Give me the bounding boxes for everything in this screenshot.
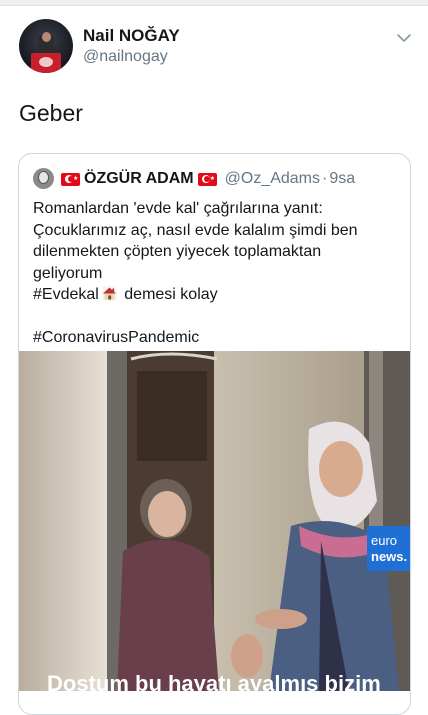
video-thumbnail[interactable]: euro news. Dostum bu hayatı ayalmış bizi…	[19, 351, 410, 691]
turkish-flag-icon: ★	[61, 172, 80, 186]
quoted-tweet[interactable]: ★ ÖZGÜR ADAM ★ @Oz_Adams · 9sa Romanlard…	[18, 153, 411, 715]
hashtag-line-rest: demesi kolay	[124, 286, 218, 303]
tweet-text: Geber	[19, 100, 83, 126]
author-handle[interactable]: @nailnogay	[83, 48, 168, 66]
hashtag-evdekal[interactable]: #Evdekal	[33, 286, 99, 303]
quoted-header: ★ ÖZGÜR ADAM ★ @Oz_Adams · 9sa	[61, 168, 355, 190]
turkish-flag-icon: ★	[197, 172, 217, 186]
euronews-logo-top: euro	[371, 533, 397, 548]
quoted-avatar-face	[38, 171, 49, 184]
video-caption: Dostum bu hayatı ayalmış bizim	[47, 671, 381, 691]
quoted-text-line: geliyorum	[33, 264, 103, 282]
hashtag-line: #Evdekal demesi kolay	[33, 284, 405, 306]
euronews-logo-bottom: news.	[371, 549, 407, 564]
house-icon	[101, 285, 118, 302]
avatar-face	[42, 32, 51, 42]
quoted-text-line: Çocuklarımız aç, nasıl evde kalalım şimd…	[33, 221, 358, 239]
quoted-text-line: dilenmekten çöpten yiyecek toplamaktan	[33, 243, 322, 260]
quoted-text: Romanlardan 'evde kal' çağrılarına yanıt…	[33, 198, 405, 349]
video-frame: euro news. Dostum bu hayatı ayalmış bizi…	[19, 351, 410, 691]
chevron-down-icon[interactable]	[396, 30, 412, 46]
quoted-text-line: Romanlardan 'evde kal' çağrılarına yanıt…	[33, 200, 323, 217]
top-divider	[0, 0, 428, 6]
author-avatar[interactable]	[19, 19, 73, 73]
avatar-podium-emblem	[39, 57, 53, 67]
separator-dot: ·	[322, 170, 328, 187]
author-name[interactable]: Nail NOĞAY	[83, 26, 180, 46]
quoted-timestamp[interactable]: 9sa	[329, 170, 355, 188]
quoted-author-handle[interactable]: @Oz_Adams	[225, 170, 320, 188]
quoted-author-name[interactable]: ÖZGÜR ADAM	[84, 170, 194, 188]
hashtag-coronavirus[interactable]: #CoronavirusPandemic	[33, 327, 405, 349]
quoted-avatar[interactable]	[33, 168, 54, 189]
